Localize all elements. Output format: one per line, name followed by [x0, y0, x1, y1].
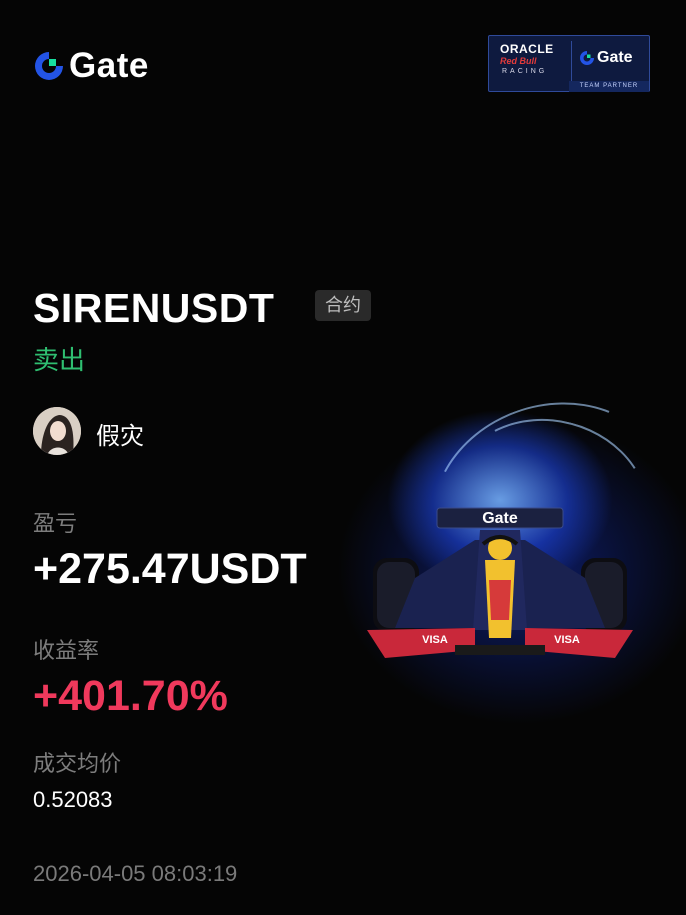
partner-divider: [571, 41, 572, 81]
partner-gate-text: Gate: [597, 49, 633, 66]
team-partner-label: TEAM PARTNER: [569, 81, 649, 92]
roi-label: 收益率: [33, 638, 100, 663]
f1-race-car-illustration: Gate VISA VISA: [355, 500, 645, 680]
username: 假灾: [96, 423, 144, 450]
partner-racing-text: RACING: [502, 68, 548, 75]
roi-value: +401.70%: [33, 672, 228, 720]
rear-wing-text: Gate: [482, 510, 518, 527]
user-avatar: [33, 407, 81, 455]
pnl-label: 盈亏: [33, 511, 78, 536]
trade-symbol: SIRENUSDT: [33, 285, 275, 331]
partner-oracle-text: ORACLE: [500, 42, 554, 56]
avg-price-label: 成交均价: [33, 751, 122, 776]
pnl-value: +275.47USDT: [33, 545, 307, 593]
partner-gate-logo: Gate: [579, 49, 633, 67]
brand-name: Gate: [69, 46, 149, 85]
gate-logo: Gate: [33, 46, 149, 86]
gate-logo-icon: [33, 50, 65, 82]
team-partner-badge: ORACLE Red Bull RACING Gate TEAM PARTNER: [488, 35, 650, 92]
contract-type-tag: 合约: [315, 290, 371, 321]
side-livery-text: VISA: [554, 634, 580, 646]
trade-side: 卖出: [33, 345, 86, 375]
gate-logo-icon: [580, 51, 594, 65]
avg-price-value: 0.52083: [33, 787, 113, 812]
partner-redbull-text: Red Bull: [500, 56, 537, 66]
trade-timestamp: 2026-04-05 08:03:19: [33, 861, 238, 886]
side-livery-text: VISA: [422, 634, 448, 646]
